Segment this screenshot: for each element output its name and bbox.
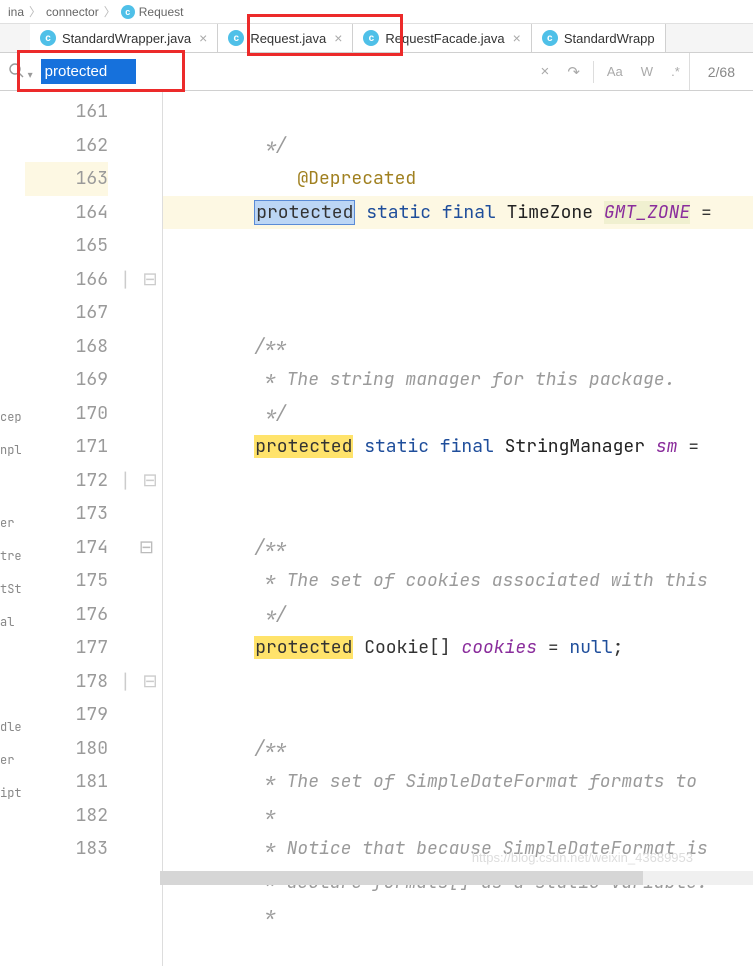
fold-icon[interactable]: ⎸⊟ — [124, 670, 157, 693]
code-editor[interactable]: cep npl er tre tSt al dle er ipt 161 162… — [0, 91, 753, 966]
fold-icon[interactable]: ⎸⊟ — [124, 469, 157, 492]
side-panel-fragment: cep npl er tre tSt al dle er ipt — [0, 401, 25, 810]
code-content[interactable]: */ @Deprecated protected static final Ti… — [163, 91, 753, 966]
search-input[interactable] — [41, 59, 136, 84]
history-icon[interactable]: ↷ — [558, 63, 589, 81]
tab-label: StandardWrapp — [564, 31, 655, 46]
fold-column[interactable]: ⎸⊟ ⎸⊟ ⊟ ⎸⊟ — [120, 91, 162, 966]
clear-icon[interactable]: × — [532, 63, 559, 80]
class-icon: c — [40, 30, 56, 46]
breadcrumb: ina 〉 connector 〉 c Request — [0, 0, 753, 24]
search-icon[interactable]: ▾ — [0, 62, 41, 81]
class-icon: c — [121, 5, 135, 19]
breadcrumb-item[interactable]: Request — [139, 5, 184, 19]
regex-toggle[interactable]: .* — [662, 64, 689, 79]
tab-request[interactable]: c Request.java × — [218, 24, 353, 52]
class-icon: c — [363, 30, 379, 46]
search-bar: ▾ × ↷ Aa W .* 2/68 — [0, 53, 753, 91]
close-icon[interactable]: × — [199, 30, 207, 46]
class-icon: c — [542, 30, 558, 46]
match-case-toggle[interactable]: Aa — [598, 64, 632, 79]
search-actions: × ↷ Aa W .* — [532, 61, 689, 83]
tab-standardwrapper[interactable]: c StandardWrapper.java × — [30, 24, 218, 52]
line-numbers: 161 162 163 164 165 166 167 168 169 170 … — [25, 91, 120, 966]
editor-tabs: c StandardWrapper.java × c Request.java … — [0, 24, 753, 53]
tab-standardwrapp2[interactable]: c StandardWrapp — [532, 24, 666, 52]
match-word-toggle[interactable]: W — [632, 64, 662, 79]
watermark: https://blog.csdn.net/weixin_43689953 — [472, 850, 693, 865]
class-icon: c — [228, 30, 244, 46]
breadcrumb-item[interactable]: ina — [8, 5, 24, 19]
tab-label: Request.java — [250, 31, 326, 46]
chevron-right-icon: 〉 — [29, 3, 41, 20]
tab-requestfacade[interactable]: c RequestFacade.java × — [353, 24, 531, 52]
close-icon[interactable]: × — [334, 30, 342, 46]
tab-label: RequestFacade.java — [385, 31, 504, 46]
fold-icon[interactable]: ⎸⊟ — [124, 268, 157, 291]
scrollbar-thumb[interactable] — [160, 871, 643, 885]
search-count: 2/68 — [689, 53, 753, 90]
close-icon[interactable]: × — [513, 30, 521, 46]
tab-label: StandardWrapper.java — [62, 31, 191, 46]
breadcrumb-item[interactable]: connector — [46, 5, 99, 19]
horizontal-scrollbar[interactable] — [160, 871, 753, 885]
chevron-right-icon: 〉 — [104, 3, 116, 20]
